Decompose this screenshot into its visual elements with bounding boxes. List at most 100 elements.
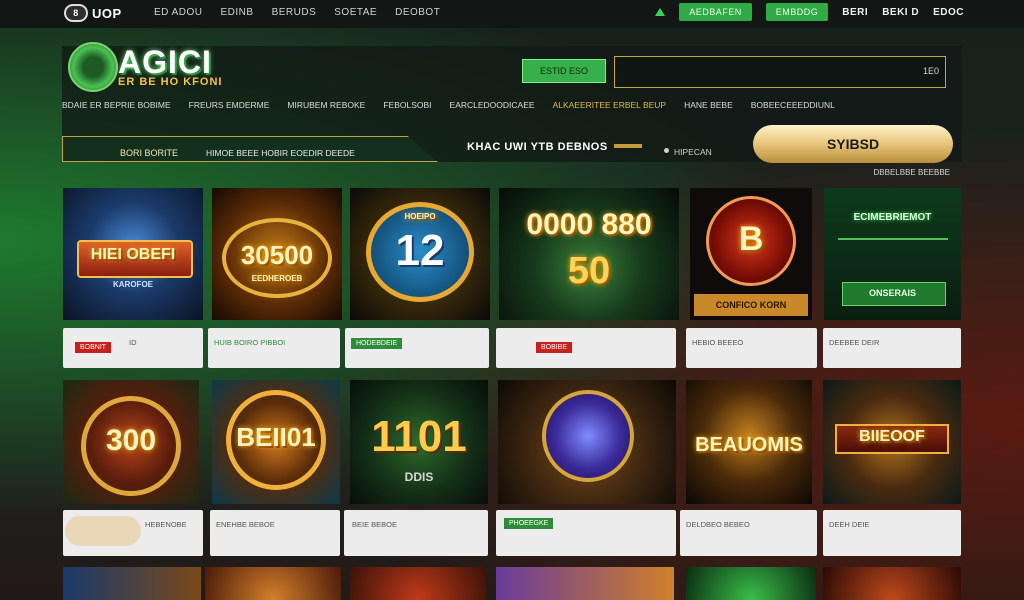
promo-strip: BORI BORITE HIMOE BEEE HOBIR EOEDIR DEED…: [62, 124, 752, 164]
game-tile-partial[interactable]: [205, 567, 341, 600]
game-tile-partial[interactable]: [350, 567, 486, 600]
game-subtitle: KAROFOE: [113, 280, 153, 289]
game-tile[interactable]: B CONFICO KORN: [690, 188, 812, 320]
game-card[interactable]: HODEBDEIE: [345, 328, 489, 368]
nav-link-2[interactable]: EDINB: [221, 7, 254, 18]
game-divider: [838, 238, 948, 240]
game-title: 1101: [371, 412, 467, 461]
game-subtitle: EEDHEROEB: [251, 274, 303, 283]
dot-icon: [664, 148, 669, 153]
game-card[interactable]: ENEHBE BEBOE: [210, 510, 340, 556]
category-3[interactable]: MIRUBEM REBOKE: [287, 100, 365, 114]
game-card-text: DEEBEE DEIR: [829, 338, 880, 347]
game-subtitle: ONSERAIS: [868, 288, 916, 298]
game-card[interactable]: HEBENOBE: [63, 510, 203, 556]
game-tile-partial[interactable]: [823, 567, 961, 600]
nav-button-2[interactable]: EMBDDG: [765, 3, 829, 21]
sign-in-button[interactable]: SYIBSD: [753, 125, 953, 163]
nav-link-1[interactable]: ED ADOU: [154, 7, 203, 18]
account-link-3[interactable]: EDOC: [933, 7, 964, 18]
top-navigation: 8 UOP ED ADOU EDINB BERUDS SOETAE DEOBOT…: [0, 0, 1024, 28]
game-card-text: HEBENOBE: [145, 520, 187, 529]
category-5[interactable]: EARCLEDOODICAEE: [450, 100, 535, 114]
category-7[interactable]: HANE BEBE: [684, 100, 733, 114]
arrow-up-icon[interactable]: [655, 8, 666, 16]
game-subtitle: CONFICO KORN: [715, 300, 787, 310]
category-1[interactable]: BDAIE ER BEPRIE BOBIME: [62, 100, 171, 114]
nav-link-5[interactable]: DEOBOT: [395, 7, 440, 18]
category-6[interactable]: ALKAEERITEE ERBEL BEUP: [553, 100, 667, 114]
game-card-tag: BOBIBE: [536, 342, 573, 353]
game-title: ECIMEBRIEMOT: [853, 212, 932, 223]
game-title: B: [738, 220, 764, 258]
game-title: 30500: [240, 240, 314, 270]
game-subtitle: 50: [567, 250, 611, 292]
account-link-2[interactable]: BEKI D: [882, 7, 919, 18]
game-card-text: DEEH DEIE: [829, 520, 870, 529]
brand-mark-icon: 8: [64, 4, 88, 22]
game-card-text: ENEHBE BEBOE: [216, 520, 275, 529]
category-8[interactable]: BOBEECEEEDDIUNL: [751, 100, 835, 114]
game-card-text: DELDBEO BEBEO: [686, 520, 750, 529]
brand-logo[interactable]: 8 UOP: [64, 4, 122, 22]
promo-right-text: HIPECAN: [674, 147, 712, 157]
nav-right-actions: AEDBAFEN EMBDDG BERI BEKI D EDOC: [655, 3, 964, 21]
nav-button-1[interactable]: AEDBAFEN: [679, 3, 752, 21]
game-tile[interactable]: ECIMEBRIEMOT ONSERAIS: [824, 188, 961, 320]
game-card[interactable]: BEIE BEBOE: [344, 510, 488, 556]
search-value: 1E0: [922, 66, 939, 76]
game-card[interactable]: PHOEEGKE: [496, 510, 676, 556]
game-tile[interactable]: 0000 880 50: [499, 188, 679, 320]
category-2[interactable]: FREURS EMDERME: [189, 100, 270, 114]
game-card[interactable]: DELDBEO BEBEO: [680, 510, 817, 556]
game-card[interactable]: HEBIO BEEEO: [686, 328, 817, 368]
header-cta-button[interactable]: ESTID ESO: [522, 59, 606, 83]
game-card[interactable]: DEEBEE DEIR: [823, 328, 961, 368]
game-card[interactable]: BOBNIT ID: [63, 328, 203, 368]
game-title: BIIEOOF: [859, 428, 925, 445]
game-card-text: ID: [129, 338, 137, 347]
game-card-tag: BOBNIT: [75, 342, 112, 353]
game-tile[interactable]: [498, 380, 676, 504]
game-tile[interactable]: 30500 EEDHEROEB: [212, 188, 342, 320]
game-title: 0000 880: [526, 208, 652, 241]
nav-links: ED ADOU EDINB BERUDS SOETAE DEOBOT: [154, 7, 440, 18]
promo-left-text: HIMOE BEEE HOBIR EOEDIR DEEDE: [206, 148, 355, 158]
game-card[interactable]: HUIB BOIRO PIBBOI: [208, 328, 340, 368]
game-card-chip: [65, 516, 141, 546]
nav-link-4[interactable]: SOETAE: [334, 7, 377, 18]
account-link-1[interactable]: BERI: [842, 7, 868, 18]
promo-title: KHAC UWI YTB DEBNOS: [467, 141, 608, 153]
nav-link-3[interactable]: BERUDS: [272, 7, 317, 18]
category-4[interactable]: FEBOLSOBI: [383, 100, 431, 114]
game-tile-partial[interactable]: [496, 567, 674, 600]
game-tile[interactable]: HIEI OBEFI KAROFOE: [63, 188, 203, 320]
promo-left-label: BORI BORITE: [120, 148, 179, 158]
game-card-text: BEIE BEBOE: [352, 520, 398, 529]
signin-note: DBBELBBE BEEBBE: [873, 168, 950, 177]
category-bar: BDAIE ER BEPRIE BOBIME FREURS EMDERME MI…: [62, 100, 962, 114]
game-subtitle: DDIS: [404, 470, 434, 484]
game-tile-partial[interactable]: [686, 567, 816, 600]
game-card-text: HUIB BOIRO PIBBOI: [214, 338, 286, 347]
casino-logo-icon: [68, 42, 118, 92]
game-tile[interactable]: 1101 DDIS: [350, 380, 488, 504]
game-card-text: HEBIO BEEEO: [692, 338, 744, 347]
promo-divider: [614, 144, 642, 148]
game-tile[interactable]: BEAUOMIS: [686, 380, 812, 504]
game-card[interactable]: DEEH DEIE: [823, 510, 961, 556]
game-tile[interactable]: BEII01: [212, 380, 340, 504]
game-card-tag: HODEBDEIE: [351, 338, 403, 349]
game-title: 300: [105, 424, 157, 457]
game-card-tag: PHOEEGKE: [504, 518, 554, 529]
logo-subtitle: ER BE HO KFONI: [118, 76, 223, 88]
game-tile[interactable]: 12 HOEIPO: [350, 188, 490, 320]
game-tile[interactable]: BIIEOOF: [823, 380, 961, 504]
game-subtitle: HOEIPO: [404, 212, 436, 221]
game-card[interactable]: BOBIBE: [496, 328, 676, 368]
crystal-ball-icon: [542, 390, 634, 482]
game-tile-partial[interactable]: [63, 567, 201, 600]
game-title: HIEI OBEFI: [90, 246, 176, 263]
search-input[interactable]: 1E0: [614, 56, 946, 88]
game-tile[interactable]: 300: [63, 380, 199, 504]
